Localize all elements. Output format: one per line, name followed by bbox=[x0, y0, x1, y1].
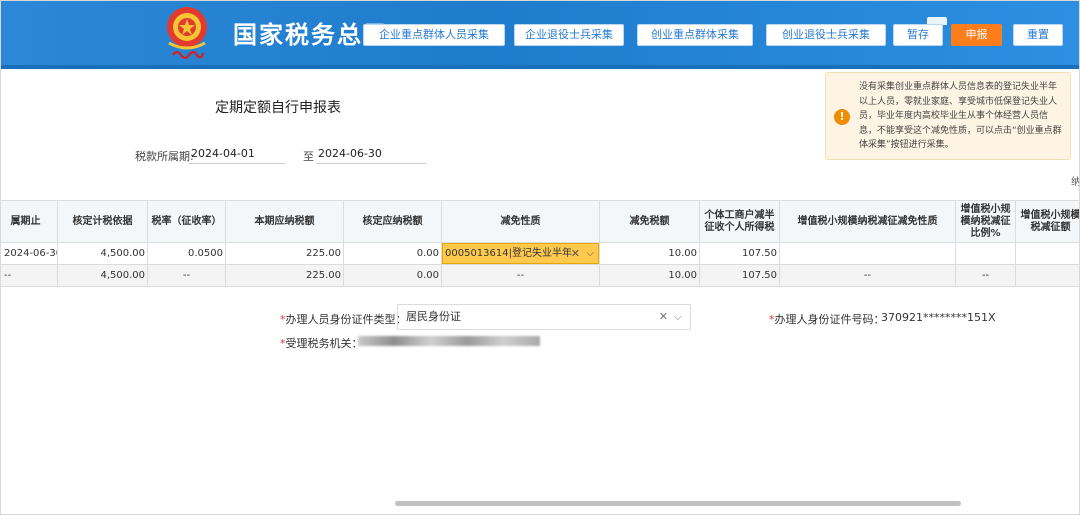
id-type-value: 居民身份证 bbox=[406, 310, 461, 323]
enterprise-key-group-button[interactable]: 企业重点群体人员采集 bbox=[363, 24, 505, 46]
cell-rate: 0.0500 bbox=[147, 242, 226, 265]
cell-period-end: -- bbox=[1, 264, 58, 287]
id-type-label: *办理人员身份证件类型： bbox=[280, 313, 407, 326]
period-from-field[interactable]: 2024-04-01 bbox=[189, 144, 285, 164]
exemption-select[interactable]: 0005013614|登记失业半年 ✕ ⌵ bbox=[442, 243, 599, 264]
cell-rate: -- bbox=[147, 264, 226, 287]
col-header: 减免性质 bbox=[441, 200, 600, 243]
horizontal-scrollbar[interactable] bbox=[395, 501, 961, 506]
clear-icon[interactable]: ✕ bbox=[571, 244, 580, 263]
col-header: 本期应纳税额 bbox=[225, 200, 344, 243]
period-to-label: 至 bbox=[303, 150, 314, 163]
submit-button[interactable]: 申报 bbox=[951, 24, 1002, 46]
chevron-down-icon[interactable]: ⌵ bbox=[586, 244, 594, 263]
cell-vat-nature: -- bbox=[779, 264, 956, 287]
cell-basis[interactable]: 4,500.00 bbox=[57, 242, 148, 265]
startup-key-group-button[interactable]: 创业重点群体采集 bbox=[637, 24, 753, 46]
cell-basis: 4,500.00 bbox=[57, 264, 148, 287]
cell-exempt-amount[interactable]: 10.00 bbox=[599, 242, 700, 265]
national-emblem-icon bbox=[167, 7, 207, 60]
header-bar: 国家税务总局 企业重点群体人员采集 企业退役士兵采集 创业重点群体采集 创业退役… bbox=[1, 1, 1079, 69]
table-row: 2024-06-30 4,500.00 0.0500 225.00 0.00 0… bbox=[1, 242, 1079, 265]
col-header: 核定计税依据 bbox=[57, 200, 148, 243]
tax-office-label: *受理税务机关： bbox=[280, 337, 363, 350]
declaration-table: 属期止 核定计税依据 税率（征收率） 本期应纳税额 核定应纳税额 减免性质 减免… bbox=[1, 200, 1079, 287]
tip-box: ! 没有采集创业重点群体人员信息表的登记失业半年以上人员，零就业家庭、享受城市低… bbox=[825, 72, 1071, 160]
cell-vat-nature[interactable] bbox=[779, 242, 956, 265]
table-header-row: 属期止 核定计税依据 税率（征收率） 本期应纳税额 核定应纳税额 减免性质 减免… bbox=[1, 200, 1079, 243]
cell-assessed-tax: 0.00 bbox=[343, 264, 442, 287]
cell-half-income-tax: 107.50 bbox=[699, 242, 780, 265]
cell-tax-due: 225.00 bbox=[225, 264, 344, 287]
warning-icon: ! bbox=[834, 109, 850, 125]
id-number-value: 370921********151X bbox=[881, 311, 996, 324]
cell-tax-due: 225.00 bbox=[225, 242, 344, 265]
col-header: 属期止 bbox=[1, 200, 58, 243]
cell-assessed-tax: 0.00 bbox=[343, 242, 442, 265]
cell-half-income-tax: 107.50 bbox=[699, 264, 780, 287]
col-header: 增值税小规模税减征额 bbox=[1015, 200, 1079, 243]
col-header: 税率（征收率） bbox=[147, 200, 226, 243]
period-label: 税款所属期: bbox=[135, 150, 194, 163]
chevron-down-icon[interactable]: ⌵ bbox=[674, 305, 682, 329]
form-title: 定期定额自行申报表 bbox=[215, 100, 341, 116]
id-number-label: *办理人身份证件号码： bbox=[769, 313, 885, 326]
enterprise-veteran-button[interactable]: 企业退役士兵采集 bbox=[514, 24, 624, 46]
save-draft-button[interactable]: 暂存 bbox=[893, 24, 943, 46]
exemption-select-value: 0005013614|登记失业半年 bbox=[445, 248, 572, 259]
id-type-select[interactable]: 居民身份证 ✕ ⌵ bbox=[397, 304, 691, 330]
cell-exemption[interactable]: 0005013614|登记失业半年 ✕ ⌵ bbox=[441, 242, 600, 265]
tax-office-redacted bbox=[358, 336, 540, 346]
reset-button[interactable]: 重置 bbox=[1013, 24, 1063, 46]
tip-text: 没有采集创业重点群体人员信息表的登记失业半年以上人员，零就业家庭、享受城市低保登… bbox=[859, 82, 1062, 150]
cell-exempt-amount: 10.00 bbox=[599, 264, 700, 287]
startup-veteran-button[interactable]: 创业退役士兵采集 bbox=[766, 24, 886, 46]
cell-vat-amount bbox=[1015, 242, 1079, 265]
col-header: 核定应纳税额 bbox=[343, 200, 442, 243]
clear-icon[interactable]: ✕ bbox=[659, 305, 668, 329]
table-row: -- 4,500.00 -- 225.00 0.00 -- 10.00 107.… bbox=[1, 264, 1079, 287]
col-header: 增值税小规模纳税减征比例% bbox=[955, 200, 1016, 243]
app-window: 国家税务总局 企业重点群体人员采集 企业退役士兵采集 创业重点群体采集 创业退役… bbox=[0, 0, 1080, 515]
col-header: 个体工商户减半征收个人所得税 bbox=[699, 200, 780, 243]
truncated-label: 纳 bbox=[1071, 177, 1080, 188]
cell-period-end: 2024-06-30 bbox=[1, 242, 58, 265]
col-header: 减免税额 bbox=[599, 200, 700, 243]
period-to-field[interactable]: 2024-06-30 bbox=[316, 144, 426, 164]
cell-vat-ratio bbox=[955, 242, 1016, 265]
col-header: 增值税小规模纳税减征减免性质 bbox=[779, 200, 956, 243]
cell-vat-amount bbox=[1015, 264, 1079, 287]
cell-exemption: -- bbox=[441, 264, 600, 287]
cell-vat-ratio: -- bbox=[955, 264, 1016, 287]
